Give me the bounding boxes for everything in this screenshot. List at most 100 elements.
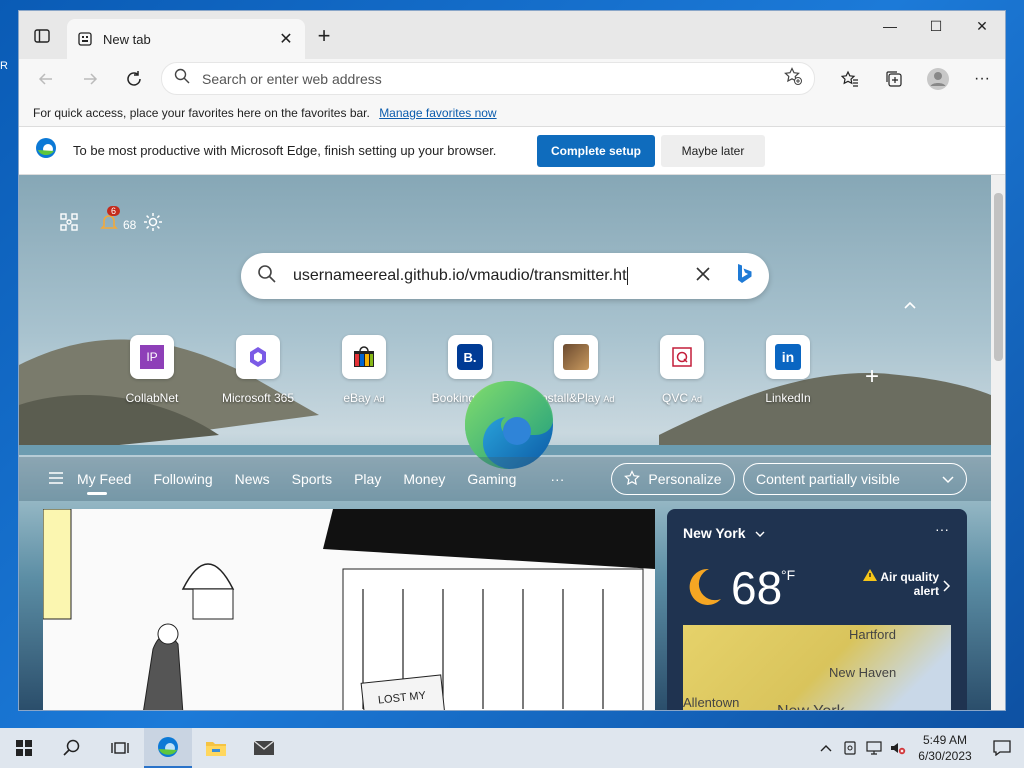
minimize-button[interactable]: —: [867, 11, 913, 41]
content-visibility-select[interactable]: Content partially visible: [743, 463, 967, 495]
map-label: Allentown: [683, 695, 740, 710]
setup-message: To be most productive with Microsoft Edg…: [73, 143, 497, 158]
ntp-search-value: usernameereal.github.io/vmaudio/transmit…: [293, 267, 627, 285]
booking-logo-icon: B.: [457, 344, 483, 370]
notification-badge: 6: [107, 206, 121, 216]
tile-label: Microsoft 365: [221, 391, 295, 405]
taskbar-edge-icon[interactable]: [144, 728, 192, 768]
notifications-icon[interactable]: 6: [99, 206, 121, 237]
search-icon: [174, 68, 190, 89]
tab-title: New tab: [103, 31, 151, 47]
tile-collabnet[interactable]: IP CollabNet: [99, 335, 205, 405]
close-window-button[interactable]: ✕: [959, 11, 1005, 41]
moon-icon: [689, 568, 721, 605]
personalize-label: Personalize: [648, 471, 722, 487]
page-scrollbar[interactable]: [991, 175, 1005, 710]
refresh-icon[interactable]: [119, 64, 149, 94]
collapse-chevron-icon[interactable]: [903, 297, 917, 313]
air-quality-alert[interactable]: Air quality alert: [859, 569, 939, 598]
setup-banner: To be most productive with Microsoft Edg…: [19, 127, 1005, 175]
maximize-button[interactable]: ☐: [913, 11, 959, 41]
map-label: New York: [777, 703, 845, 710]
address-bar[interactable]: Search or enter web address: [161, 62, 815, 95]
scrollbar-thumb[interactable]: [994, 193, 1003, 361]
tab-bar: New tab ✕ + — ☐ ✕: [19, 11, 1005, 59]
notification-center-icon[interactable]: [980, 740, 1024, 756]
map-label: Hartford: [849, 627, 896, 642]
collections-icon[interactable]: [879, 64, 909, 94]
weather-card[interactable]: New York ··· 68 °F Air quality alert Har…: [667, 509, 967, 710]
profile-avatar[interactable]: [923, 64, 953, 94]
toolbar: Search or enter web address ···: [19, 59, 1005, 99]
news-card-cartoon[interactable]: LOST MY: [43, 509, 655, 710]
apps-grid-icon[interactable]: [59, 212, 79, 237]
bing-icon[interactable]: [735, 263, 753, 290]
tab-gaming[interactable]: Gaming: [467, 471, 516, 487]
tab-news[interactable]: News: [235, 471, 270, 487]
device-icon[interactable]: [838, 741, 862, 755]
clock[interactable]: 5:49 AM 6/30/2023: [910, 732, 980, 764]
tab-money[interactable]: Money: [403, 471, 445, 487]
tab-new-tab[interactable]: New tab ✕: [67, 19, 305, 59]
mail-icon[interactable]: [240, 728, 288, 768]
task-view-icon[interactable]: [96, 728, 144, 768]
back-icon[interactable]: [31, 64, 61, 94]
tile-linkedin[interactable]: in LinkedIn: [735, 335, 841, 405]
tab-my-feed[interactable]: My Feed: [77, 471, 131, 495]
more-menu-icon[interactable]: ···: [967, 64, 997, 94]
tab-sports[interactable]: Sports: [292, 471, 332, 487]
ad-badge: Ad: [691, 394, 703, 404]
cartoon-image: LOST MY: [43, 509, 655, 710]
complete-setup-button[interactable]: Complete setup: [537, 134, 655, 167]
tab-close-icon[interactable]: ✕: [277, 30, 295, 48]
new-tab-page: 6 68 usernameereal.github.io/vmaudio/tra…: [19, 175, 991, 710]
file-explorer-icon[interactable]: [192, 728, 240, 768]
add-shortcut-icon[interactable]: +: [865, 363, 879, 391]
taskbar: 5:49 AM 6/30/2023: [0, 728, 1024, 768]
ntp-search-box[interactable]: usernameereal.github.io/vmaudio/transmit…: [241, 253, 769, 299]
tab-following[interactable]: Following: [153, 471, 212, 487]
tile-label: eBay: [343, 391, 371, 405]
tab-play[interactable]: Play: [354, 471, 381, 487]
weather-map[interactable]: Hartford New Haven Allentown New York: [683, 625, 951, 710]
tile-qvc[interactable]: QVC Ad: [629, 335, 735, 405]
desktop-edge-label: R: [0, 60, 8, 72]
edge-logo-icon: [35, 137, 57, 164]
personalize-star-icon: [624, 469, 641, 489]
tile-ebay[interactable]: eBay Ad: [311, 335, 417, 405]
start-button[interactable]: [0, 728, 48, 768]
qvc-logo-icon: [672, 347, 692, 367]
tile-label: CollabNet: [125, 391, 179, 405]
collabnet-logo-icon: IP: [140, 345, 164, 369]
volume-muted-icon[interactable]: [886, 741, 910, 755]
chevron-right-icon[interactable]: [943, 579, 951, 597]
weather-location[interactable]: New York: [683, 525, 765, 541]
alert-line-2: alert: [913, 584, 939, 598]
tile-label: QVC: [661, 391, 688, 405]
address-placeholder: Search or enter web address: [202, 70, 382, 87]
maybe-later-button[interactable]: Maybe later: [661, 134, 765, 167]
settings-gear-icon[interactable]: [142, 211, 164, 238]
personalize-button[interactable]: Personalize: [611, 463, 735, 495]
text-caret: [626, 266, 628, 285]
clear-search-icon[interactable]: [695, 266, 711, 287]
feed-more-button[interactable]: ···: [550, 471, 564, 487]
show-hidden-icons-chevron-icon[interactable]: [814, 744, 838, 752]
manage-favorites-link[interactable]: Manage favorites now: [379, 106, 496, 120]
tile-microsoft-365[interactable]: Microsoft 365: [205, 335, 311, 405]
taskbar-search-icon[interactable]: [48, 728, 96, 768]
weather-temperature: 68: [731, 562, 783, 614]
weather-mini-temp[interactable]: 68: [123, 218, 136, 232]
tab-actions-icon[interactable]: [27, 23, 57, 49]
linkedin-logo-icon: in: [775, 344, 801, 370]
ad-badge: Ad: [603, 394, 615, 404]
add-favorite-icon[interactable]: [784, 67, 802, 90]
warning-icon: [863, 569, 880, 584]
network-icon[interactable]: [862, 741, 886, 755]
new-tab-button[interactable]: +: [311, 23, 337, 49]
forward-icon[interactable]: [75, 64, 105, 94]
weather-more-icon[interactable]: ···: [935, 521, 949, 537]
favorites-icon[interactable]: [835, 64, 865, 94]
chevron-down-icon: [942, 471, 954, 487]
feed-menu-icon[interactable]: [49, 471, 63, 487]
